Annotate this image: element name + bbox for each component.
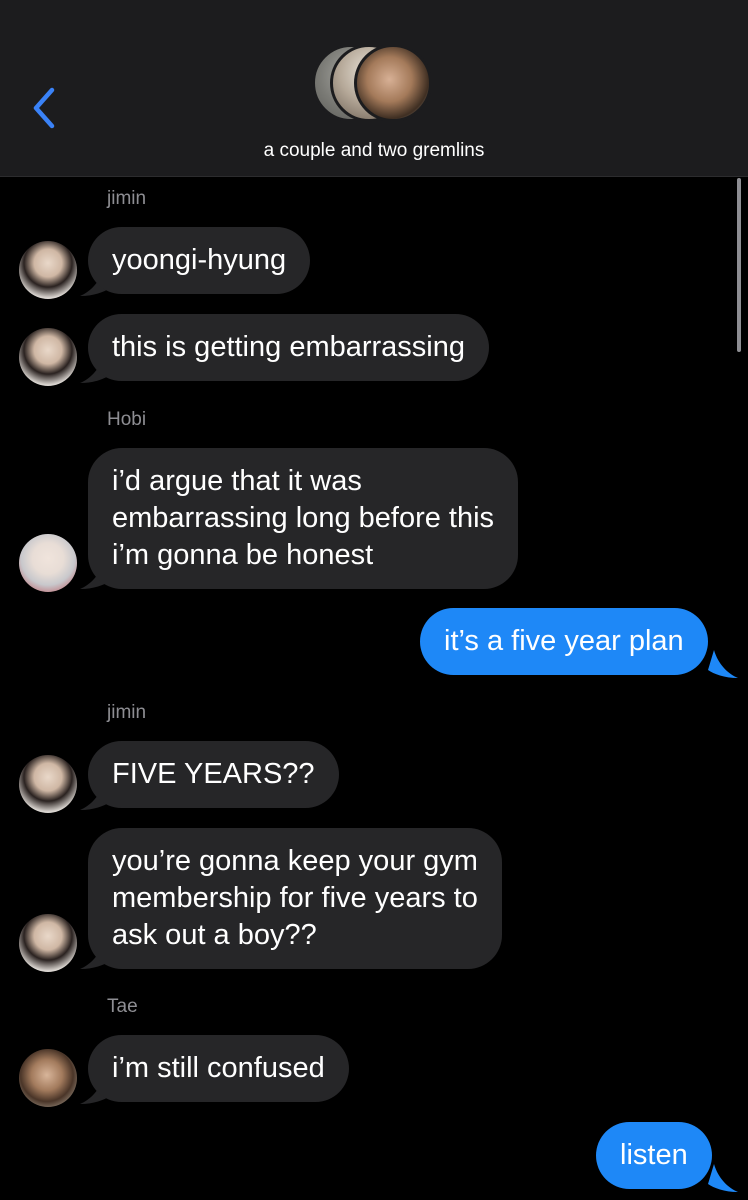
message-line: membership for five years to: [112, 882, 478, 914]
sent-message-bubble[interactable]: listen: [596, 1122, 712, 1189]
group-title[interactable]: a couple and two gremlins: [0, 140, 748, 162]
message-text: listen: [620, 1139, 688, 1171]
avatar[interactable]: [19, 755, 77, 813]
message-text: yoongi-hyung: [112, 244, 287, 276]
scrollbar[interactable]: [737, 178, 741, 352]
sender-name: Tae: [107, 996, 138, 1017]
sender-name: jimin: [107, 188, 147, 209]
message-bubble[interactable]: FIVE YEARS??: [88, 741, 339, 808]
message-line: i’m gonna be honest: [112, 539, 374, 571]
bubble-tail: [708, 650, 738, 678]
conversation-header: a couple and two gremlins: [0, 0, 748, 177]
avatar[interactable]: [19, 328, 77, 386]
message-text: i’m still confused: [112, 1052, 325, 1084]
avatar[interactable]: [19, 1049, 77, 1107]
message-line: i’d argue that it was: [112, 465, 362, 497]
avatar[interactable]: [19, 534, 77, 592]
message-bubble[interactable]: this is getting embarrassing: [88, 314, 489, 381]
sender-name: Hobi: [107, 409, 147, 430]
message-text: this is getting embarrassing: [112, 331, 465, 363]
message-bubble[interactable]: yoongi-hyung: [88, 227, 311, 294]
avatar[interactable]: [19, 241, 77, 299]
group-avatar-3: [354, 44, 432, 122]
chevron-left-icon[interactable]: [28, 86, 58, 130]
message-text: it’s a five year plan: [444, 625, 684, 657]
sender-name: jimin: [107, 702, 147, 723]
group-avatars[interactable]: [312, 44, 436, 130]
sent-message-bubble[interactable]: it’s a five year plan: [420, 608, 708, 675]
message-bubble[interactable]: i’d argue that it was embarrassing long …: [88, 448, 519, 589]
bubble-tail: [708, 1164, 738, 1192]
message-line: you’re gonna keep your gym: [112, 845, 478, 877]
message-bubble[interactable]: you’re gonna keep your gym membership fo…: [88, 828, 502, 969]
message-line: embarrassing long before this: [112, 502, 495, 534]
message-line: ask out a boy??: [112, 919, 317, 951]
message-text: FIVE YEARS??: [112, 758, 315, 790]
message-bubble[interactable]: i’m still confused: [88, 1035, 349, 1102]
avatar[interactable]: [19, 914, 77, 972]
